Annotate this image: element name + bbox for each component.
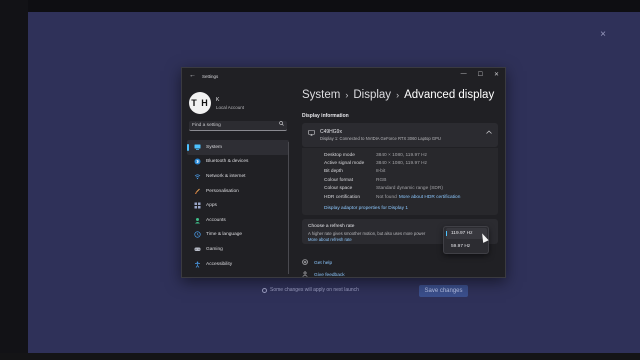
info-key: Colour space [324,186,353,191]
title-bar: ← Settings — ☐ ✕ [182,68,505,84]
info-value: 3840 × 1080, 119.97 Hz [376,153,427,158]
sidebar-item-label: System [206,144,222,150]
give-feedback-row[interactable]: Give feedback [302,271,345,278]
sidebar-item-apps[interactable]: Apps [187,198,289,213]
sidebar-item-time-language[interactable]: Time & language [187,228,289,243]
search-placeholder: Find a setting [192,123,221,128]
sidebar-item-label: Accounts [206,217,226,223]
sidebar-item-bluetooth[interactable]: Bluetooth & devices [187,155,289,170]
info-value: Not found [376,195,397,200]
info-row-active-signal: Active signal mode 3840 × 1080, 119.97 H… [324,161,427,166]
gaming-icon [193,245,201,253]
monitor-card-header[interactable]: C49HG9x Display 1: Connected to NVIDIA G… [302,123,498,147]
info-row-hdr: HDR certification Not found More about H… [324,195,460,200]
sidebar-item-label: Bluetooth & devices [206,159,249,165]
back-arrow-icon[interactable]: ← [189,72,196,79]
apps-icon [193,202,201,210]
left-dark-strip [0,0,28,360]
network-icon [193,172,201,180]
help-icon [302,259,309,267]
info-row-bit-depth: Bit depth 8-bit [324,169,385,174]
sidebar-item-label: Network & internet [206,173,246,179]
breadcrumb-separator: › [396,90,400,100]
bluetooth-icon [193,158,201,166]
info-row-colour-space: Colour space Standard dynamic range (SDR… [324,186,443,191]
sidebar-item-network[interactable]: Network & internet [187,169,289,184]
breadcrumb: System › Display › Advanced display [302,89,494,101]
window-controls: — ☐ ✕ [461,71,499,78]
info-key: Colour format [324,178,354,183]
get-help-row[interactable]: Get help [302,259,332,267]
info-value: RGB [376,178,387,183]
sidebar-item-gaming[interactable]: Gaming [187,242,289,257]
save-changes-button[interactable]: Save changes [419,285,468,297]
profile-name: K [216,96,220,103]
info-value: Standard dynamic range (SDR) [376,186,443,191]
sidebar-item-accounts[interactable]: Accounts [187,213,289,228]
account-type: Local Account [216,104,245,110]
close-button[interactable]: ✕ [494,71,499,78]
hdr-certification-link[interactable]: More about HDR certification [399,195,461,200]
accessibility-icon [193,260,201,268]
give-feedback-link[interactable]: Give feedback [314,273,345,278]
info-value: 8-bit [376,169,386,174]
app-title: Settings [202,74,219,79]
monitor-connection: Display 1: Connected to NVIDIA GeForce R… [320,136,441,141]
info-value: 3840 × 1080, 119.97 Hz [376,161,427,166]
avatar: T H [189,92,211,114]
refresh-rate-title: Choose a refresh rate [308,224,355,229]
feedback-icon [302,271,309,277]
info-key: Bit depth [324,169,343,174]
refresh-rate-option[interactable]: 59.97 Hz [446,241,487,252]
behind-note-text: Some changes will apply on next launch [270,287,359,293]
sidebar-item-system[interactable]: System [187,140,289,155]
accounts-icon [193,216,201,224]
section-title: Display information [302,113,349,119]
search-icon[interactable] [279,121,284,130]
maximize-button[interactable]: ☐ [478,71,483,78]
sidebar-nav: System Bluetooth & devices Network & int… [187,140,289,271]
search-input[interactable]: Find a setting [189,121,287,131]
chevron-up-icon[interactable] [486,130,492,136]
info-key: Desktop mode [324,153,355,158]
get-help-link[interactable]: Get help [314,261,332,266]
bottom-dark-strip [0,353,640,360]
sidebar-item-label: Accessibility [206,261,233,267]
adapter-properties-link[interactable]: Display adaptor properties for Display 1 [324,206,408,211]
refresh-rate-description: A higher rate gives smoother motion, but… [308,231,426,236]
sidebar-scrollbar[interactable] [288,142,289,274]
info-key: Active signal mode [324,161,365,166]
user-profile[interactable]: T H K Local Account [189,92,244,114]
breadcrumb-display[interactable]: Display [353,89,391,101]
brush-icon [193,187,201,195]
sidebar-item-personalisation[interactable]: Personalisation [187,184,289,199]
monitor-icon [308,130,315,138]
breadcrumb-system[interactable]: System [302,89,340,101]
sidebar-item-accessibility[interactable]: Accessibility [187,257,289,272]
info-row-colour-format: Colour format RGB [324,178,386,183]
sidebar-item-label: Apps [206,203,217,209]
monitor-details: Desktop mode 3840 × 1080, 119.97 Hz Acti… [302,148,498,215]
sidebar-item-label: Gaming [206,246,223,252]
page-title: Advanced display [404,89,495,101]
time-language-icon [193,231,201,239]
system-icon [193,143,201,151]
info-key: HDR certification [324,195,360,200]
refresh-rate-link[interactable]: More about refresh rate [308,237,352,242]
info-icon [262,287,267,293]
minimize-button[interactable]: — [461,71,467,78]
overlay-close-icon[interactable]: × [598,30,608,40]
sidebar-item-label: Time & language [206,232,243,238]
monitor-name: C49HG9x [320,129,342,135]
sidebar-item-label: Personalisation [206,188,239,194]
behind-note: Some changes will apply on next launch [262,287,359,293]
info-row-desktop-mode: Desktop mode 3840 × 1080, 119.97 Hz [324,153,427,158]
breadcrumb-separator: › [345,90,349,100]
